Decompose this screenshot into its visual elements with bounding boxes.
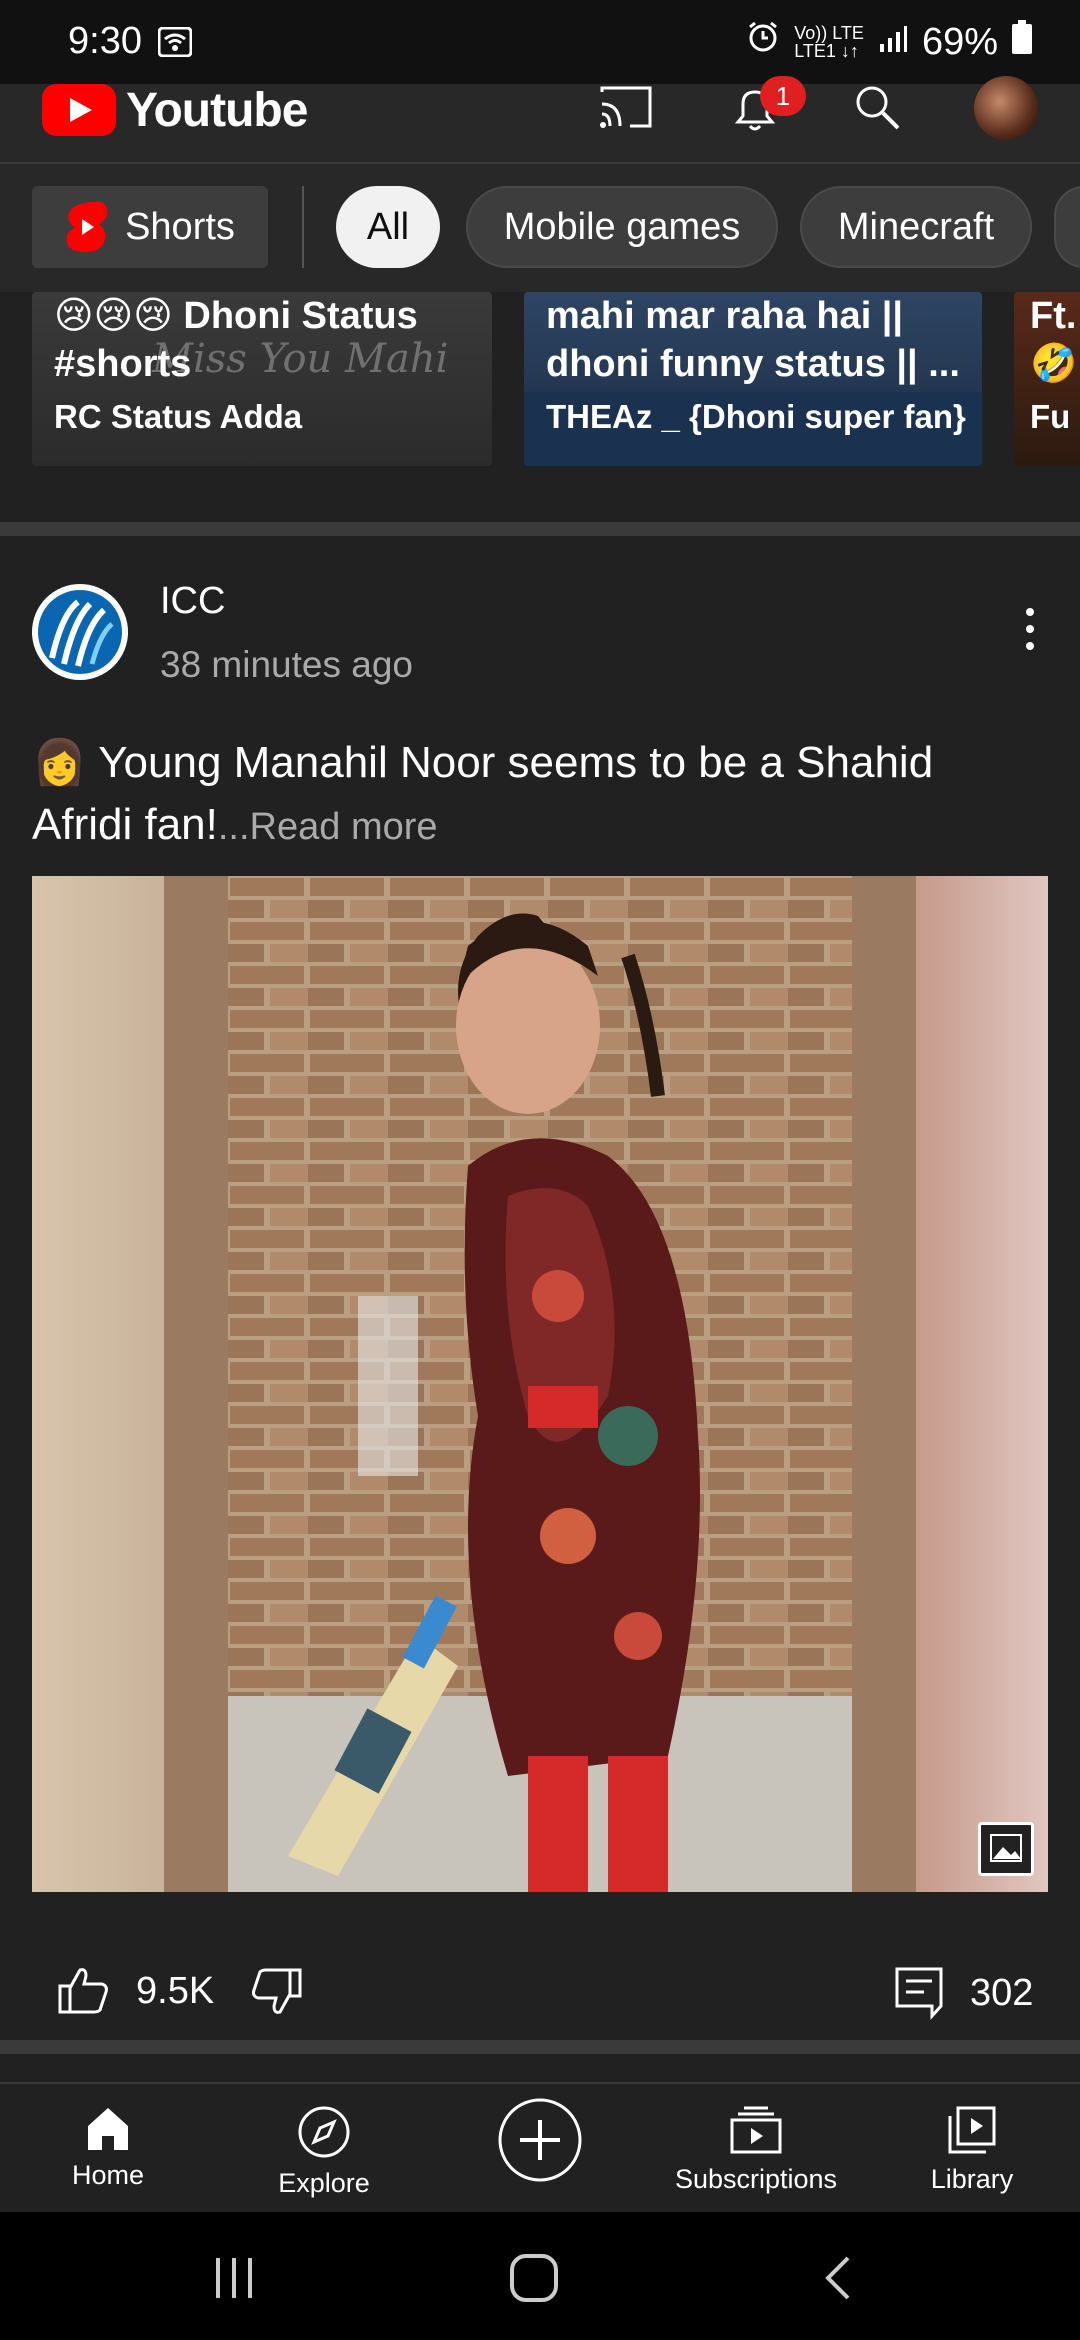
short-title: Ft. 🤣 bbox=[1030, 295, 1078, 385]
top-app-bar: Youtube 1 bbox=[0, 76, 1080, 162]
youtube-logo[interactable]: Youtube bbox=[42, 83, 308, 137]
youtube-play-icon bbox=[42, 84, 116, 136]
compass-icon bbox=[298, 2106, 350, 2158]
nav-library[interactable]: Library bbox=[872, 2104, 1072, 2195]
post-text[interactable]: 👩 Young Manahil Noor seems to be a Shahi… bbox=[32, 732, 1032, 858]
status-time: 9:30 bbox=[68, 20, 142, 62]
signal-icon bbox=[878, 21, 908, 64]
short-title: mahi mar raha hai || dhoni funny status … bbox=[546, 295, 960, 385]
search-icon[interactable] bbox=[852, 84, 904, 139]
nav-create[interactable] bbox=[440, 2096, 640, 2192]
like-count: 9.5K bbox=[136, 1969, 215, 2012]
short-channel: Fu bbox=[1030, 398, 1071, 435]
back-icon[interactable] bbox=[820, 2254, 854, 2307]
like-button[interactable]: 9.5K bbox=[58, 1966, 214, 2016]
section-separator bbox=[0, 522, 1080, 536]
system-navigation-bar bbox=[0, 2212, 1080, 2340]
thumbs-down-icon bbox=[252, 1968, 302, 2014]
alarm-icon bbox=[746, 20, 780, 64]
battery-icon bbox=[1012, 20, 1032, 64]
account-avatar[interactable] bbox=[974, 76, 1038, 140]
chip-more[interactable] bbox=[1054, 186, 1080, 268]
home-icon bbox=[88, 2108, 128, 2150]
image-gallery-icon[interactable] bbox=[978, 1822, 1034, 1876]
library-icon bbox=[948, 2106, 996, 2154]
wifi-icon bbox=[157, 24, 193, 67]
recent-apps-icon[interactable] bbox=[212, 2256, 256, 2305]
battery-level: 69% bbox=[921, 20, 998, 63]
short-channel: RC Status Adda bbox=[54, 398, 303, 435]
post-emoji: 👩 bbox=[32, 738, 87, 787]
thumbs-up-icon bbox=[58, 1968, 108, 2014]
brand-name: Youtube bbox=[126, 83, 308, 137]
chip-shorts[interactable]: Shorts bbox=[32, 186, 268, 268]
chip-all[interactable]: All bbox=[336, 186, 440, 268]
icc-logo-icon bbox=[34, 586, 126, 678]
filter-chips-bar: Shorts All Mobile games Minecraft bbox=[0, 164, 1080, 292]
comment-count: 302 bbox=[970, 1971, 1034, 2014]
subscriptions-icon bbox=[730, 2106, 782, 2154]
dislike-button[interactable] bbox=[250, 1966, 302, 2016]
post-image[interactable] bbox=[32, 876, 1048, 1892]
channel-name[interactable]: ICC bbox=[160, 580, 225, 623]
shorts-logo-icon bbox=[66, 201, 108, 252]
create-plus-icon bbox=[498, 2098, 582, 2182]
channel-avatar-icc[interactable] bbox=[32, 584, 128, 680]
short-card[interactable]: Miss You Mahi 😢😢😢 Dhoni Status #shorts R… bbox=[32, 292, 492, 466]
notification-badge: 1 bbox=[760, 76, 806, 116]
comment-icon bbox=[895, 1967, 943, 2020]
chip-separator bbox=[302, 186, 304, 268]
post-actions: 9.5K 302 bbox=[0, 1944, 1080, 2048]
photo-girl-with-bat bbox=[228, 876, 852, 1892]
nav-subscriptions[interactable]: Subscriptions bbox=[656, 2104, 856, 2195]
status-bar: 9:30 Vo)) LTE LTE1 ↓↑ 69% bbox=[0, 0, 1080, 84]
section-separator bbox=[0, 2040, 1080, 2054]
bottom-navigation: Home Explore Subscriptions Library bbox=[0, 2082, 1080, 2214]
chip-minecraft[interactable]: Minecraft bbox=[800, 186, 1032, 268]
more-options-icon[interactable] bbox=[1026, 608, 1034, 659]
shorts-shelf: Miss You Mahi 😢😢😢 Dhoni Status #shorts R… bbox=[0, 292, 1080, 522]
short-card[interactable]: Ft. 🤣 Fu bbox=[1014, 292, 1080, 466]
nav-home[interactable]: Home bbox=[8, 2104, 208, 2191]
home-system-icon[interactable] bbox=[508, 2252, 560, 2309]
network-type: Vo)) LTE LTE1 ↓↑ bbox=[794, 23, 864, 61]
chip-mobile-games[interactable]: Mobile games bbox=[466, 186, 778, 268]
post-timestamp: 38 minutes ago bbox=[160, 644, 414, 685]
comments-button[interactable]: 302 bbox=[894, 1966, 1033, 2020]
cast-icon[interactable] bbox=[598, 84, 654, 135]
short-title: 😢😢😢 Dhoni Status #shorts bbox=[54, 295, 418, 385]
short-channel: THEAz _ {Dhoni super fan} bbox=[546, 398, 966, 435]
read-more-link[interactable]: ...Read more bbox=[218, 806, 438, 848]
short-card[interactable]: mahi mar raha hai || dhoni funny status … bbox=[524, 292, 982, 466]
nav-explore[interactable]: Explore bbox=[224, 2104, 424, 2199]
